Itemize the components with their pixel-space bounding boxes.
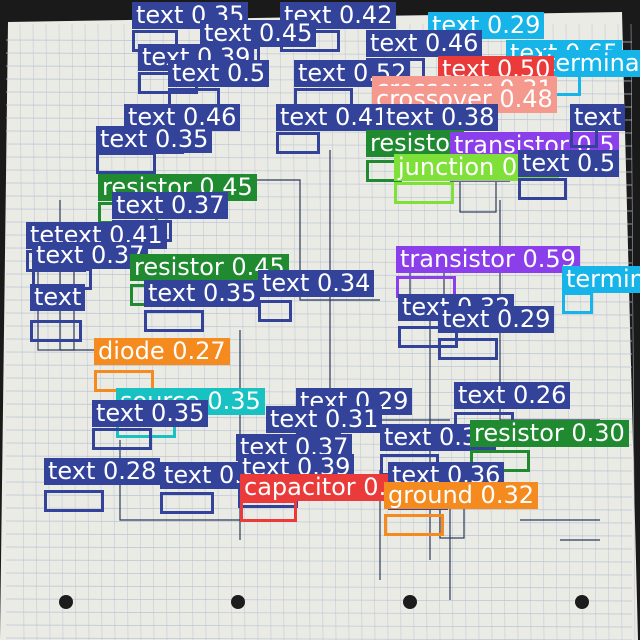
detection-canvas: text 0.35 text 0.42 text 0.29 text 0.45 text…	[0, 0, 640, 640]
detection-box	[92, 428, 152, 450]
detection-label: terminal	[542, 50, 640, 77]
detection-box	[562, 292, 594, 314]
detection-label: text 0.29	[438, 306, 555, 333]
detection-label: text 0.35	[92, 400, 209, 427]
detection-label: text 0.26	[454, 382, 571, 409]
detection-label: diode 0.27	[94, 338, 230, 365]
detection-label: text 0.5	[168, 60, 270, 87]
detection-box	[518, 178, 567, 200]
detection-label: text 0.41	[276, 104, 393, 131]
detection-box	[160, 492, 215, 514]
detection-label: text 0.35	[144, 280, 261, 307]
detection-label: text 0.37	[112, 192, 229, 219]
detection-label: text 0.28	[44, 458, 161, 485]
detection-label: resistor 0.30	[470, 420, 629, 447]
detection-box	[384, 514, 444, 536]
detection-box	[240, 500, 297, 522]
binder-hole	[59, 595, 73, 609]
detection-label: terminal	[562, 266, 640, 293]
detection-box	[44, 490, 104, 512]
detection-label: ground 0.32	[384, 482, 538, 509]
detection-box	[30, 320, 82, 342]
detection-label: text 0.38	[382, 104, 499, 131]
detection-label: text	[570, 104, 626, 131]
detection-label: text 0.5	[518, 150, 620, 177]
detection-label: transistor 0.59	[396, 246, 580, 273]
binder-hole	[231, 595, 245, 609]
detection-label: text 0.45	[200, 20, 317, 47]
detection-label: text 0.35	[96, 126, 213, 153]
detection-box	[394, 182, 454, 204]
detection-label: text 0.46	[366, 30, 483, 57]
detection-label: text 0.34	[258, 270, 375, 297]
binder-hole	[403, 595, 417, 609]
detection-box	[144, 310, 204, 332]
detection-box	[438, 338, 498, 360]
detection-box	[258, 300, 292, 322]
detection-label: text	[30, 284, 86, 311]
binder-hole	[575, 595, 589, 609]
detection-label: text 0.31	[266, 406, 383, 433]
detection-box	[276, 132, 320, 154]
detection-box	[96, 152, 156, 174]
